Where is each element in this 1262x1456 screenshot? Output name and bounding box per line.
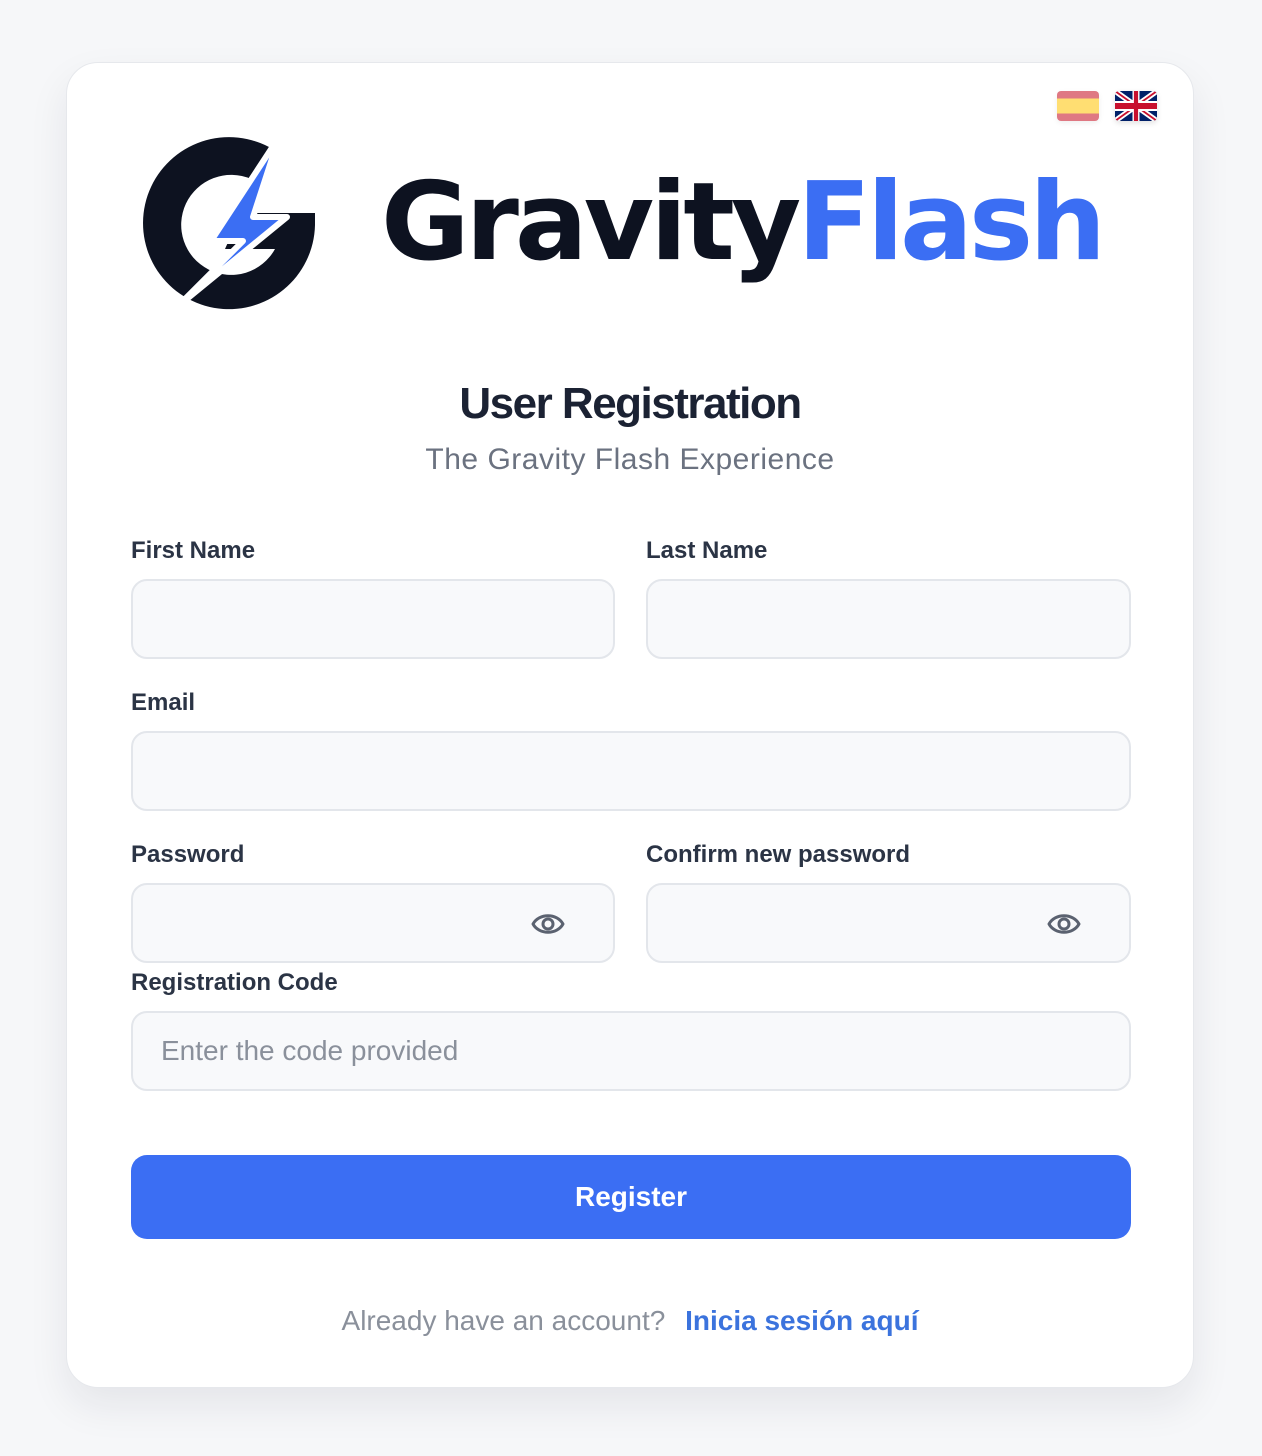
last-name-label: Last Name: [646, 537, 768, 564]
email-field-wrapper: [131, 731, 1131, 811]
registration-card: GravityFlash User Registration The Gravi…: [66, 62, 1194, 1388]
language-switcher: [1057, 91, 1157, 121]
login-link[interactable]: Inicia sesión aquí: [685, 1305, 918, 1336]
password-label: Password: [131, 841, 245, 868]
brand-word-gravity: Gravity: [381, 160, 801, 285]
uk-flag-icon[interactable]: [1115, 91, 1157, 121]
email-label: Email: [131, 689, 196, 716]
brand-word-flash: Flash: [797, 160, 1106, 285]
confirm-password-label: Confirm new password: [646, 841, 911, 868]
first-name-input[interactable]: [133, 581, 613, 657]
page-subtitle: The Gravity Flash Experience: [425, 443, 835, 476]
registration-code-input[interactable]: [133, 1013, 1129, 1089]
last-name-field-wrapper: [646, 579, 1131, 659]
brand-wordmark: GravityFlash: [381, 169, 1106, 277]
spain-flag-icon[interactable]: [1057, 91, 1099, 121]
registration-code-field-wrapper: [131, 1011, 1131, 1091]
email-input[interactable]: [133, 733, 1129, 809]
eye-icon[interactable]: [531, 909, 565, 939]
brand-logo: GravityFlash: [129, 125, 1106, 325]
page-title: User Registration: [459, 379, 802, 428]
eye-icon[interactable]: [1047, 909, 1081, 939]
registration-code-label: Registration Code: [131, 969, 338, 996]
login-prompt-text: Already have an account?: [341, 1305, 666, 1336]
password-field-wrapper: [131, 883, 615, 963]
first-name-field-wrapper: [131, 579, 615, 659]
confirm-password-field-wrapper: [646, 883, 1131, 963]
first-name-label: First Name: [131, 537, 256, 564]
last-name-input[interactable]: [648, 581, 1129, 657]
login-prompt: Already have an account? Inicia sesión a…: [67, 1305, 1193, 1337]
register-button[interactable]: Register: [131, 1155, 1131, 1239]
lightning-g-icon: [143, 134, 315, 310]
